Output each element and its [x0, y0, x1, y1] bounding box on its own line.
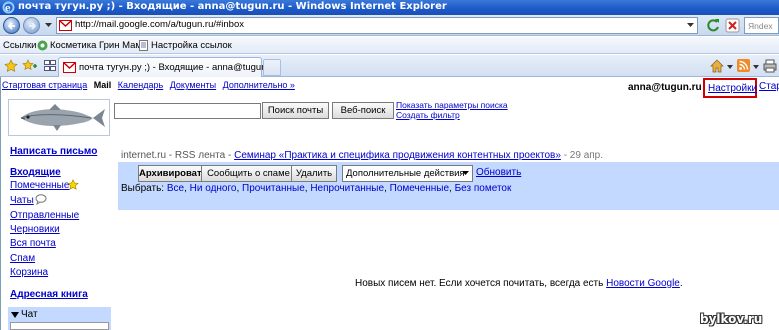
home-icon[interactable]	[710, 59, 724, 73]
empty-inbox-message: Новых писем нет. Если хочется почитать, …	[355, 278, 683, 289]
select-unread[interactable]: Непрочитанные	[310, 183, 384, 194]
add-favorite-icon[interactable]	[22, 59, 38, 73]
watermark: bylkov.ru	[700, 312, 763, 326]
star-icon	[67, 179, 79, 190]
contacts-link[interactable]: Адресная книга	[10, 289, 88, 300]
empty-text: Новых писем нет. Если хочется почитать, …	[355, 278, 607, 289]
select-all[interactable]: Все	[167, 183, 184, 194]
tab-title: почта тугун.ру ;) - Входящие - anna@tugu…	[79, 62, 278, 73]
gmail-favicon-icon	[59, 20, 72, 31]
page-icon	[139, 40, 148, 51]
mail-list-body	[118, 210, 779, 330]
sidebar-item-inbox[interactable]: Входящие	[10, 167, 61, 178]
new-tab-button[interactable]	[263, 59, 281, 76]
links-toolbar: Ссылки Косметика Грин Мама Настройка ссы…	[0, 37, 779, 54]
quick-tabs-icon[interactable]	[44, 60, 56, 71]
more-actions-label: Дополнительные действия	[346, 168, 465, 179]
user-email: anna@tugun.ru	[628, 82, 702, 93]
compose-link[interactable]: Написать письмо	[10, 146, 97, 157]
chat-panel: Чат	[8, 307, 111, 330]
collapse-triangle-icon[interactable]	[11, 312, 19, 318]
forward-button[interactable]	[23, 17, 40, 34]
search-mail-button[interactable]: Поиск почты	[262, 102, 329, 119]
address-field[interactable]: http://mail.google.com/a/tugun.ru/#inbox	[56, 17, 698, 34]
old-version-link[interactable]: Стар	[759, 81, 779, 92]
sidebar-item-spam[interactable]: Спам	[10, 253, 35, 264]
nav-start-page[interactable]: Стартовая страница	[2, 80, 87, 90]
empty-end: .	[679, 278, 683, 289]
sidebar-item-drafts[interactable]: Черновики	[10, 224, 60, 235]
nav-mail: Mail	[93, 80, 112, 90]
search-box[interactable]: Яndex	[744, 17, 779, 34]
nav-calendar[interactable]: Календарь	[118, 80, 163, 90]
tab-bar: почта тугун.ру ;) - Входящие - anna@tugu…	[0, 55, 779, 77]
select-read[interactable]: Прочитанные	[242, 183, 305, 194]
google-news-link[interactable]: Новости Google	[606, 278, 680, 289]
history-dropdown-icon[interactable]	[45, 21, 52, 29]
url-text: http://mail.google.com/a/tugun.ru/#inbox	[75, 19, 244, 30]
chat-bubble-icon	[35, 194, 47, 205]
print-icon[interactable]	[763, 59, 777, 73]
sidebar-item-all-mail[interactable]: Вся почта	[10, 238, 56, 249]
gmail-favicon-icon	[63, 62, 76, 73]
domain-logo[interactable]	[8, 99, 110, 136]
sidebar-item-sent[interactable]: Отправленные	[10, 210, 79, 221]
links-label: Ссылки	[3, 40, 37, 51]
feed-dropdown-icon[interactable]	[753, 59, 760, 73]
rss-source: internet.ru - RSS лента -	[121, 150, 235, 161]
show-search-options-link[interactable]: Показать параметры поиска	[396, 100, 508, 110]
home-dropdown-icon[interactable]	[727, 59, 734, 73]
tab-inbox[interactable]: почта тугун.ру ;) - Входящие - anna@tugu…	[58, 57, 278, 77]
more-actions-select[interactable]: Дополнительные действия	[342, 165, 473, 182]
rss-date: - 29 апр.	[560, 150, 604, 161]
select-starred[interactable]: Помеченные	[390, 183, 449, 194]
sidebar-item-trash[interactable]: Корзина	[10, 267, 48, 278]
rss-feed-icon[interactable]	[737, 59, 750, 72]
refresh-link[interactable]: Обновить	[476, 167, 521, 178]
create-filter-link[interactable]: Создать фильтр	[396, 110, 508, 120]
nav-more[interactable]: Дополнительно »	[223, 80, 295, 90]
refresh-icon[interactable]	[706, 18, 721, 33]
web-search-button[interactable]: Веб-поиск	[332, 102, 394, 119]
window-titlebar: e почта тугун.ру ;) - Входящие - anna@tu…	[0, 0, 779, 15]
window-border	[0, 77, 1, 330]
gmail-topnav: Стартовая страница Mail Календарь Докуме…	[2, 80, 299, 90]
select-unstarred[interactable]: Без пометок	[455, 183, 512, 194]
nav-docs[interactable]: Документы	[170, 80, 216, 90]
address-dropdown-icon[interactable]	[687, 23, 694, 28]
web-clip: internet.ru - RSS лента - Семинар «Практ…	[121, 150, 603, 161]
delete-button[interactable]: Удалить	[291, 165, 337, 182]
settings-highlight[interactable]: Настройки	[703, 78, 757, 98]
chat-search-input[interactable]	[10, 322, 109, 330]
archive-button[interactable]: Архивировать	[138, 165, 207, 182]
sidebar-item-chats[interactable]: Чаты	[10, 195, 34, 206]
page-favicon-icon	[37, 40, 48, 51]
chevron-down-icon	[462, 171, 469, 175]
stop-icon[interactable]	[725, 18, 740, 33]
mail-search-input[interactable]	[114, 103, 261, 119]
select-row: Выбрать: Все, Ни одного, Прочитанные, Не…	[121, 183, 512, 194]
select-none[interactable]: Ни одного	[190, 183, 237, 194]
svg-text:e: e	[5, 4, 11, 14]
select-label: Выбрать:	[121, 183, 167, 194]
favorites-star-icon[interactable]	[4, 59, 18, 73]
rss-title-link[interactable]: Семинар «Практика и специфика продвижени…	[234, 150, 561, 161]
forward-arrow-icon	[29, 22, 37, 30]
fish-logo-icon	[20, 104, 105, 131]
back-arrow-icon	[7, 22, 15, 30]
mail-list-panel: Архивировать Сообщить о спаме Удалить До…	[118, 162, 779, 330]
settings-link[interactable]: Настройки	[708, 83, 757, 94]
favorite-link-2[interactable]: Настройка ссылок	[151, 40, 232, 51]
sidebar-item-starred[interactable]: Помеченные	[10, 180, 69, 191]
favorite-link-1[interactable]: Косметика Грин Мама	[50, 40, 147, 51]
back-button[interactable]	[3, 17, 20, 34]
address-toolbar: http://mail.google.com/a/tugun.ru/#inbox…	[0, 15, 779, 36]
window-title: почта тугун.ру ;) - Входящие - anna@tugu…	[18, 1, 447, 12]
report-spam-button[interactable]: Сообщить о спаме	[201, 165, 296, 182]
search-links: Показать параметры поиска Создать фильтр	[396, 100, 508, 120]
chat-header[interactable]: Чат	[21, 309, 38, 320]
ie-icon: e	[2, 1, 15, 14]
